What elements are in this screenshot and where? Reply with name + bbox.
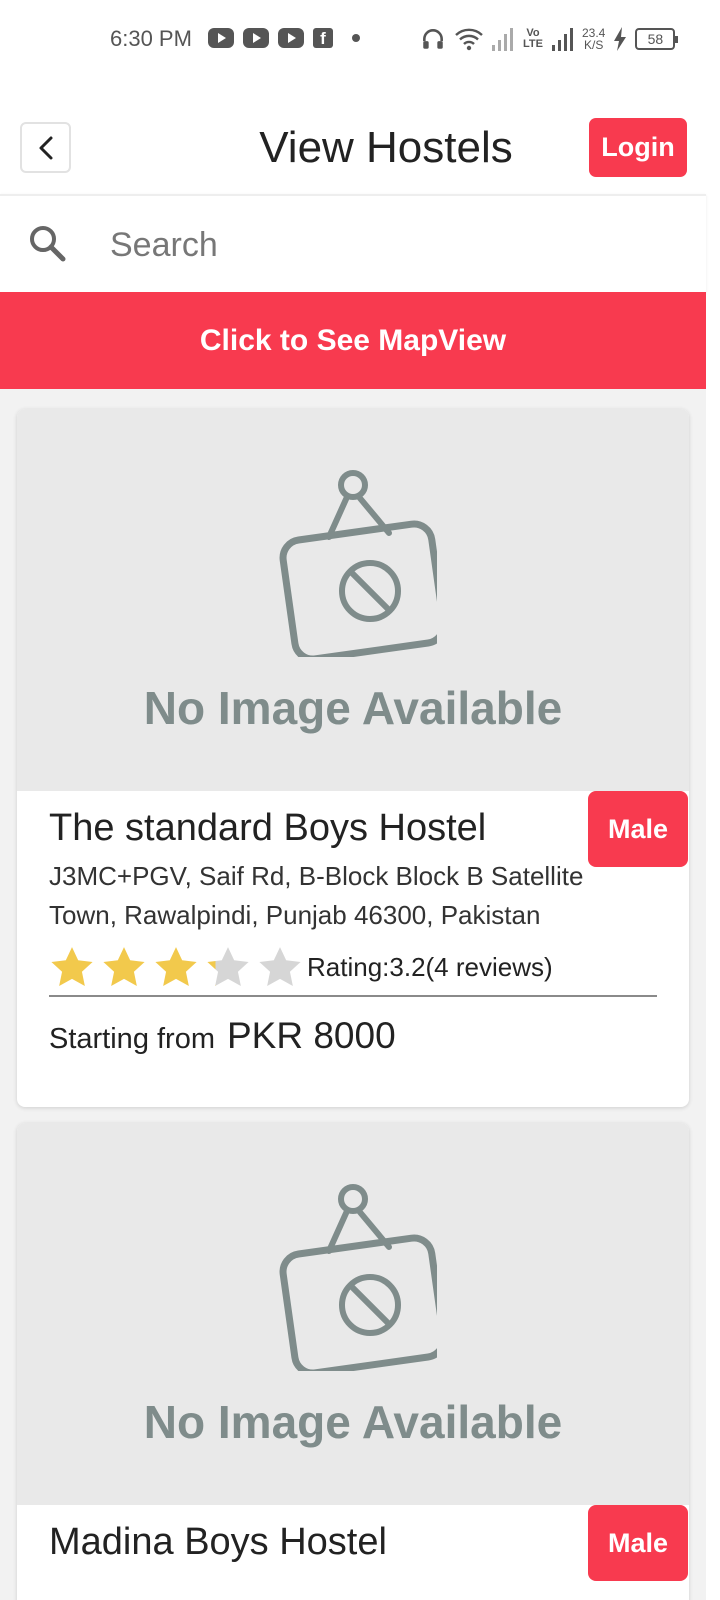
star-icon [207,947,249,987]
no-image-text: No Image Available [143,682,563,734]
no-image-icon [279,1184,437,1371]
rating-text: Rating:3.2(4 reviews) [307,951,553,982]
no-image-icon [279,470,437,657]
search-input[interactable] [110,220,670,270]
signal-weak-icon [492,28,513,51]
wifi-icon [455,28,483,51]
price-prefix: Starting from [49,1023,215,1055]
hostel-info: Madina Boys Hostel Male [17,1505,689,1581]
back-button[interactable] [20,122,71,173]
volte-label: Vo LTE [523,27,543,50]
search-bar [0,194,706,292]
hostel-list: No Image Available The standard Boys Hos… [0,389,706,1600]
chevron-left-icon [39,136,52,159]
no-image-text: No Image Available [143,1396,563,1448]
star-rating [49,945,303,989]
hostel-card[interactable]: No Image Available The standard Boys Hos… [17,409,689,1107]
notification-icons: f [208,28,360,48]
battery-icon: 58 [635,28,679,50]
system-icons: Vo LTE 23.4 K/S 58 [420,22,679,56]
battery-level: 58 [647,31,664,47]
youtube-icon [243,28,269,48]
star-icon [51,947,93,987]
youtube-icon [208,28,234,48]
price-row: Starting from PKR 8000 [49,1015,657,1107]
hostel-name: The standard Boys Hostel [49,807,487,849]
price-value: PKR 8000 [227,1015,396,1056]
divider [49,995,657,997]
gender-badge: Male [588,791,688,867]
star-icon [155,947,197,987]
search-icon [30,226,66,262]
status-bar: 6:30 PM f Vo LTE 23.4 K/S 58 [0,0,720,80]
login-button[interactable]: Login [589,118,687,177]
hostel-card[interactable]: No Image Available Madina Boys Hostel Ma… [17,1123,689,1600]
network-speed: 23.4 K/S [582,27,605,51]
headphones-icon [423,29,443,49]
more-notifications-dot-icon [352,34,360,42]
signal-icon [552,28,573,51]
gender-badge: Male [588,1505,688,1581]
youtube-icon [278,28,304,48]
status-time: 6:30 PM [110,26,192,51]
star-icon [103,947,145,987]
volte-indicator: Vo LTE [522,28,544,50]
facebook-icon: f [313,28,333,48]
map-view-button[interactable]: Click to See MapView [0,292,706,389]
hostel-info: The standard Boys Hostel Male J3MC+PGV, … [17,791,689,1107]
hostel-image-placeholder: No Image Available [17,1123,689,1505]
charging-icon [614,27,627,51]
star-icon [259,947,301,987]
hostel-image-placeholder: No Image Available [17,409,689,791]
hostel-name: Madina Boys Hostel [49,1521,387,1563]
speed-unit: K/S [584,38,604,52]
hostel-address: J3MC+PGV, Saif Rd, B-Block Block B Satel… [49,861,584,930]
rating-row: Rating:3.2(4 reviews) [49,939,657,995]
